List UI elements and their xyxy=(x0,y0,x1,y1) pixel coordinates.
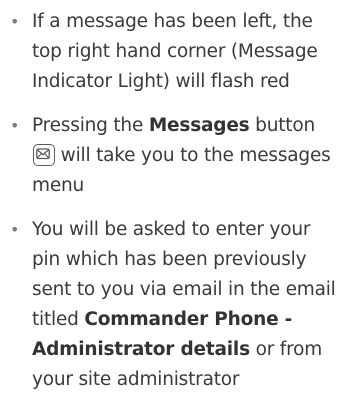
item-text-mid: button xyxy=(249,115,315,136)
item-text-post: will take you to the messages menu xyxy=(32,145,331,196)
list-item: • You will be asked to enter your pin wh… xyxy=(0,215,345,395)
envelope-icon xyxy=(33,144,55,166)
instruction-list: • If a message has been left, the top ri… xyxy=(0,0,345,395)
bullet-dot: • xyxy=(10,220,20,239)
list-item: • If a message has been left, the top ri… xyxy=(0,7,345,97)
list-item: • Pressing the Messages button will take… xyxy=(0,111,345,201)
bullet-dot: • xyxy=(10,116,20,135)
item-text-pre: Pressing the xyxy=(32,115,149,136)
item-text: If a message has been left, the top righ… xyxy=(32,11,318,92)
messages-label: Messages xyxy=(148,115,250,136)
bullet-dot: • xyxy=(10,12,20,31)
